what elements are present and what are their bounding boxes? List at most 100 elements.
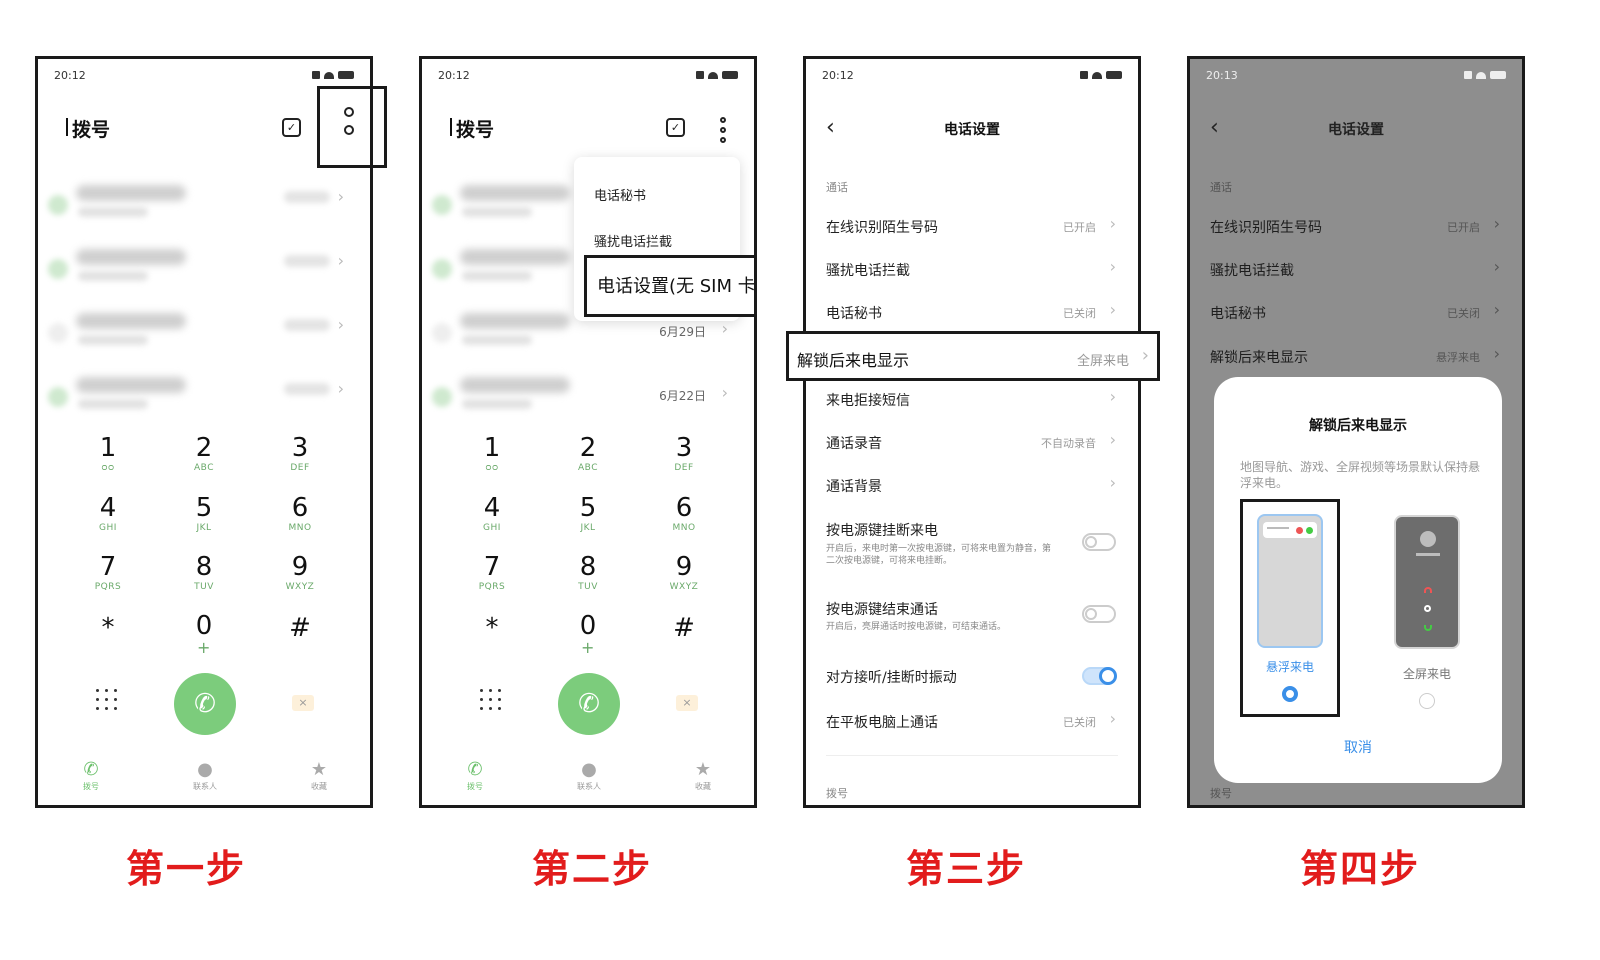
chevron-right-icon: › bbox=[1109, 300, 1116, 319]
fullscreen-call-preview[interactable] bbox=[1394, 515, 1460, 649]
chevron-right-icon: › bbox=[1109, 214, 1116, 233]
key-hash[interactable]: # bbox=[252, 613, 348, 671]
setting-spam-block[interactable]: 骚扰电话拦截 › bbox=[826, 254, 1118, 284]
key-0[interactable]: 0 + bbox=[540, 611, 636, 669]
setting-call-secretary[interactable]: 电话秘书 已关闭 › bbox=[1210, 297, 1502, 327]
option-float-highlight[interactable]: 悬浮来电 bbox=[1240, 499, 1340, 717]
page-title: 拨号 bbox=[449, 115, 494, 142]
call-button[interactable]: ✆ bbox=[558, 673, 620, 735]
float-call-preview bbox=[1257, 514, 1323, 648]
key-7[interactable]: 7 PQRS bbox=[444, 552, 540, 610]
setting-unlock-call-display[interactable]: 解锁后来电显示 悬浮来电 › bbox=[1210, 341, 1502, 371]
page-title: 电话设置 bbox=[944, 122, 1000, 138]
key-4[interactable]: 4 GHI bbox=[60, 493, 156, 551]
wifi-icon bbox=[708, 71, 718, 79]
setting-reject-sms[interactable]: 来电拒接短信 › bbox=[826, 384, 1118, 414]
tab-favorites[interactable]: ★ 收藏 bbox=[678, 759, 728, 792]
menu-item-spam-block[interactable]: 骚扰电话拦截 bbox=[594, 231, 672, 250]
chevron-right-icon: › bbox=[337, 251, 344, 270]
cancel-button[interactable]: 取消 bbox=[1214, 737, 1502, 757]
key-9[interactable]: 9 WXYZ bbox=[636, 552, 732, 610]
call-date: 6月22日 bbox=[659, 389, 706, 403]
key-5[interactable]: 5 JKL bbox=[156, 493, 252, 551]
setting-description: 开启后，来电时第一次按电源键，可将来电置为静音，第二次按电源键，可将来电挂断。 bbox=[826, 544, 1052, 566]
list-item[interactable]: › bbox=[38, 305, 370, 369]
radio-full[interactable] bbox=[1419, 693, 1435, 709]
call-button[interactable]: ✆ bbox=[174, 673, 236, 735]
key-star[interactable]: * bbox=[444, 613, 540, 671]
key-4[interactable]: 4 GHI bbox=[444, 493, 540, 551]
step-caption-4: 第四步 bbox=[1300, 847, 1421, 891]
tab-dial[interactable]: ✆ 拨号 bbox=[66, 759, 116, 792]
phone-screen-step4: 20:13 ‹ 电话设置 通话 在线识别陌生号码 已开启 › 骚扰电话拦截 › 电话秘… bbox=[1187, 56, 1525, 808]
chevron-right-icon: › bbox=[1109, 430, 1116, 449]
setting-online-id[interactable]: 在线识别陌生号码 已开启 › bbox=[826, 211, 1118, 241]
radio-float[interactable] bbox=[1282, 686, 1298, 702]
list-item[interactable]: › bbox=[38, 177, 370, 241]
keypad-toggle-icon[interactable] bbox=[96, 689, 118, 711]
key-6[interactable]: 6 MNO bbox=[252, 493, 348, 551]
power-hangup-toggle[interactable] bbox=[1082, 533, 1116, 551]
key-0[interactable]: 0 + bbox=[156, 611, 252, 669]
chevron-right-icon: › bbox=[1109, 709, 1116, 728]
key-star[interactable]: * bbox=[60, 613, 156, 671]
key-3[interactable]: 3 DEF bbox=[636, 433, 732, 491]
chevron-right-icon: › bbox=[721, 383, 728, 402]
status-bar: 20:12 bbox=[438, 69, 738, 85]
phone-icon: ✆ bbox=[578, 689, 600, 719]
battery-icon bbox=[722, 71, 738, 79]
bottom-tab-bar: ✆ 拨号 ● 联系人 ★ 收藏 bbox=[38, 759, 370, 799]
setting-vibrate: 对方接听/挂断时振动 bbox=[826, 670, 957, 686]
setting-unlock-call-display[interactable]: 解锁后来电显示 全屏来电 › bbox=[786, 331, 1160, 381]
setting-call-secretary[interactable]: 电话秘书 已关闭 › bbox=[826, 297, 1118, 327]
key-8[interactable]: 8 TUV bbox=[540, 552, 636, 610]
sim-icon bbox=[312, 71, 320, 79]
star-icon: ★ bbox=[694, 759, 712, 780]
phone-screen-step3: 20:12 ‹ 电话设置 通话 在线识别陌生号码 已开启 › 骚扰电话拦截 › 电话秘… bbox=[786, 56, 1160, 808]
menu-item-call-settings[interactable]: 电话设置(无 SIM 卡) bbox=[584, 255, 754, 317]
key-5[interactable]: 5 JKL bbox=[540, 493, 636, 551]
key-9[interactable]: 9 WXYZ bbox=[252, 552, 348, 610]
setting-call-recording[interactable]: 通话录音 不自动录音 › bbox=[826, 427, 1118, 457]
power-end-toggle[interactable] bbox=[1082, 605, 1116, 623]
edit-check-icon[interactable]: ✓ bbox=[282, 118, 301, 137]
key-7[interactable]: 7 PQRS bbox=[60, 552, 156, 610]
chevron-right-icon: › bbox=[337, 315, 344, 334]
keypad-toggle-icon[interactable] bbox=[480, 689, 502, 711]
setting-pc-call[interactable]: 在平板电脑上通话 已关闭 › bbox=[826, 706, 1118, 736]
key-hash[interactable]: # bbox=[636, 613, 732, 671]
delete-button[interactable]: × bbox=[292, 695, 314, 711]
key-2[interactable]: 2 ABC bbox=[540, 433, 636, 491]
key-6[interactable]: 6 MNO bbox=[636, 493, 732, 551]
status-bar: 20:12 bbox=[54, 69, 354, 85]
setting-online-id[interactable]: 在线识别陌生号码 已开启 › bbox=[1210, 211, 1502, 241]
chevron-right-icon: › bbox=[1493, 257, 1500, 276]
setting-call-background[interactable]: 通话背景 › bbox=[826, 470, 1118, 500]
more-menu-highlight[interactable] bbox=[317, 86, 387, 168]
key-3[interactable]: 3 DEF bbox=[252, 433, 348, 491]
key-8[interactable]: 8 TUV bbox=[156, 552, 252, 610]
setting-spam-block[interactable]: 骚扰电话拦截 › bbox=[1210, 254, 1502, 284]
call-date: 6月29日 bbox=[659, 325, 706, 339]
more-vertical-icon[interactable] bbox=[718, 115, 730, 143]
bottom-sheet-dialog: 解锁后来电显示 地图导航、游戏、全屏视频等场景默认保持悬浮来电。 悬浮来电 全屏… bbox=[1214, 377, 1502, 783]
key-1[interactable]: 1 ᴑᴑ bbox=[444, 433, 540, 491]
step-caption-2: 第二步 bbox=[532, 847, 653, 891]
menu-item-call-secretary[interactable]: 电话秘书 bbox=[594, 185, 646, 204]
status-bar: 20:12 bbox=[822, 69, 1122, 85]
edit-check-icon[interactable]: ✓ bbox=[666, 118, 685, 137]
vibrate-toggle[interactable] bbox=[1082, 667, 1117, 685]
list-item[interactable]: › bbox=[38, 241, 370, 305]
key-1[interactable]: 1 ᴑᴑ bbox=[60, 433, 156, 491]
tab-favorites[interactable]: ★ 收藏 bbox=[294, 759, 344, 792]
status-bar: 20:13 bbox=[1206, 69, 1506, 85]
status-time: 20:12 bbox=[54, 69, 86, 82]
tab-contacts[interactable]: ● 联系人 bbox=[564, 759, 614, 792]
setting-power-hangup: 按电源键挂断来电 bbox=[826, 523, 938, 539]
delete-button[interactable]: × bbox=[676, 695, 698, 711]
status-time: 20:12 bbox=[438, 69, 470, 82]
key-2[interactable]: 2 ABC bbox=[156, 433, 252, 491]
tab-dial[interactable]: ✆ 拨号 bbox=[450, 759, 500, 792]
tab-contacts[interactable]: ● 联系人 bbox=[180, 759, 230, 792]
list-item[interactable]: › bbox=[38, 369, 370, 433]
